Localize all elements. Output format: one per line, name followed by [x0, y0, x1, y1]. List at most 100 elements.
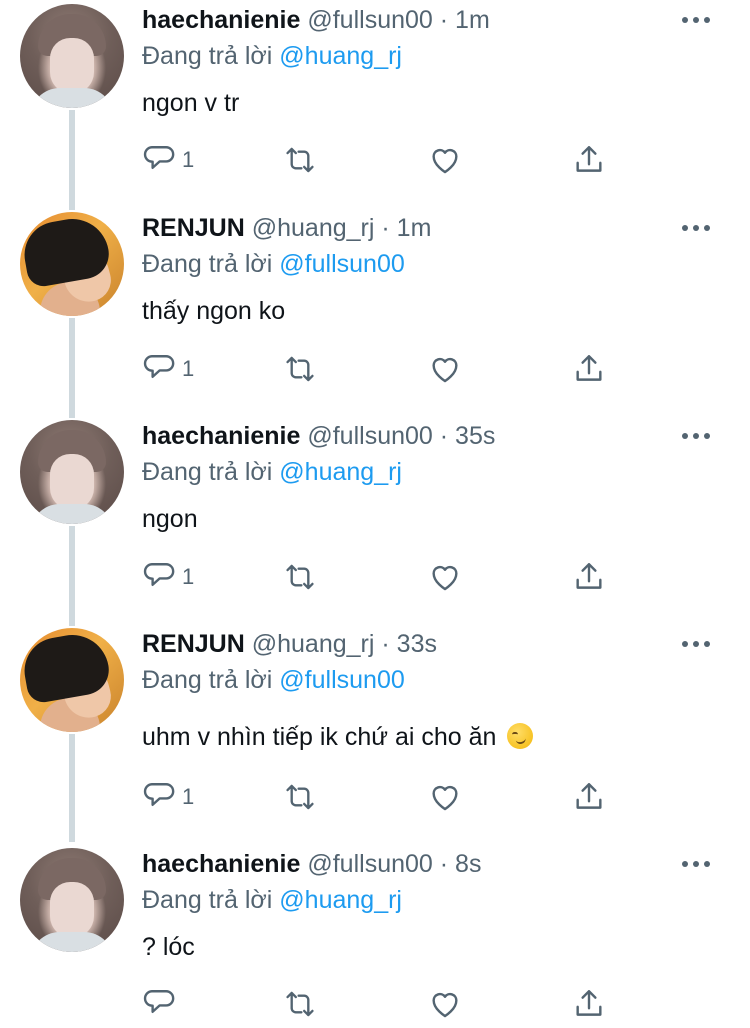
reply-count: 1 — [182, 784, 195, 809]
replying-to-handle[interactable]: @fullsun00 — [279, 250, 404, 278]
more-icon[interactable] — [680, 430, 712, 442]
reply-thread: haechanienie @fullsun00 · 1m Đang trả lờ… — [0, 0, 750, 1028]
like-button[interactable] — [428, 351, 462, 387]
replying-to: Đang trả lời @huang_rj — [142, 40, 402, 72]
reply-icon — [143, 355, 175, 378]
reply-count: 1 — [182, 356, 195, 381]
replying-to: Đang trả lời @fullsun00 — [142, 664, 405, 696]
like-button[interactable] — [428, 779, 462, 815]
author-handle[interactable]: @fullsun00 — [307, 850, 432, 878]
reply-button[interactable]: 1 — [142, 351, 194, 387]
retweet-button[interactable] — [282, 779, 318, 815]
author-handle[interactable]: @huang_rj — [252, 214, 375, 242]
reply-icon — [143, 783, 175, 806]
tweet-actions: 1 — [142, 351, 622, 387]
like-icon — [432, 565, 458, 591]
separator: · — [381, 214, 390, 242]
more-icon[interactable] — [680, 14, 712, 26]
avatar[interactable] — [20, 212, 124, 316]
replying-to-label: Đang trả lời — [142, 666, 273, 694]
share-icon — [576, 146, 602, 172]
replying-to: Đang trả lời @huang_rj — [142, 456, 402, 488]
share-icon — [576, 783, 602, 809]
author-name[interactable]: RENJUN — [142, 214, 245, 242]
timestamp[interactable]: 35s — [455, 422, 495, 450]
author-handle[interactable]: @huang_rj — [252, 630, 375, 658]
share-icon — [576, 990, 602, 1016]
share-button[interactable] — [572, 351, 606, 387]
share-button[interactable] — [572, 559, 606, 595]
replying-to-handle[interactable]: @huang_rj — [279, 42, 402, 70]
separator: · — [439, 422, 449, 450]
replying-to-label: Đang trả lời — [142, 886, 273, 914]
tweet-header: haechanienie @fullsun00 · 1m — [142, 4, 490, 36]
author-handle[interactable]: @fullsun00 — [307, 6, 432, 34]
reply-count: 1 — [182, 147, 195, 172]
retweet-button[interactable] — [282, 351, 318, 387]
like-button[interactable] — [428, 559, 462, 595]
reply-button[interactable]: 1 — [142, 779, 194, 815]
more-icon[interactable] — [680, 638, 712, 650]
separator: · — [439, 6, 449, 34]
retweet-icon — [286, 147, 314, 173]
retweet-button[interactable] — [282, 986, 318, 1022]
avatar[interactable] — [20, 628, 124, 732]
retweet-icon — [286, 784, 314, 810]
reply-button[interactable]: 1 — [142, 559, 194, 595]
tweet[interactable]: haechanienie @fullsun00 · 1m Đang trả lờ… — [0, 0, 750, 208]
tweet-actions: 1 — [142, 142, 622, 178]
reply-count: 1 — [182, 564, 195, 589]
tweet-header: haechanienie @fullsun00 · 35s — [142, 420, 495, 452]
avatar[interactable] — [20, 4, 124, 108]
like-button[interactable] — [428, 986, 462, 1022]
more-icon[interactable] — [680, 222, 712, 234]
like-icon — [432, 357, 458, 383]
share-button[interactable] — [572, 142, 606, 178]
avatar[interactable] — [20, 420, 124, 524]
like-icon — [432, 148, 458, 174]
like-button[interactable] — [428, 142, 462, 178]
tweet[interactable]: haechanienie @fullsun00 · 8s Đang trả lờ… — [0, 844, 750, 1028]
timestamp[interactable]: 8s — [455, 850, 481, 878]
author-handle[interactable]: @fullsun00 — [307, 422, 432, 450]
share-button[interactable] — [572, 986, 606, 1022]
tweet[interactable]: RENJUN @huang_rj · 33s Đang trả lời @ful… — [0, 624, 750, 844]
reply-icon — [143, 563, 175, 586]
tweet-header: RENJUN @huang_rj · 1m — [142, 212, 431, 244]
reply-button[interactable] — [142, 986, 182, 1022]
separator: · — [439, 850, 449, 878]
reply-icon — [143, 146, 175, 169]
tweet-header: RENJUN @huang_rj · 33s — [142, 628, 437, 660]
tweet-text: uhm v nhìn tiếp ik chứ ai cho ăn — [142, 720, 534, 754]
tweet-text: thấy ngon ko — [142, 297, 286, 325]
share-button[interactable] — [572, 779, 606, 815]
author-name[interactable]: haechanienie — [142, 422, 300, 450]
replying-to-handle[interactable]: @huang_rj — [279, 886, 402, 914]
tweet[interactable]: RENJUN @huang_rj · 1m Đang trả lời @full… — [0, 208, 750, 416]
author-name[interactable]: haechanienie — [142, 850, 300, 878]
avatar[interactable] — [20, 848, 124, 952]
replying-to-handle[interactable]: @huang_rj — [279, 458, 402, 486]
timestamp[interactable]: 1m — [397, 214, 432, 242]
timestamp[interactable]: 1m — [455, 6, 490, 34]
timestamp[interactable]: 33s — [397, 630, 437, 658]
like-icon — [432, 992, 458, 1018]
tweet-text: ? lóc — [142, 933, 195, 961]
replying-to-label: Đang trả lời — [142, 250, 273, 278]
tweet-actions — [142, 986, 622, 1022]
smirking-face-icon — [507, 723, 534, 749]
tweet-actions: 1 — [142, 559, 622, 595]
replying-to-handle[interactable]: @fullsun00 — [279, 666, 404, 694]
author-name[interactable]: RENJUN — [142, 630, 245, 658]
author-name[interactable]: haechanienie — [142, 6, 300, 34]
replying-to-label: Đang trả lời — [142, 458, 273, 486]
retweet-icon — [286, 356, 314, 382]
retweet-button[interactable] — [282, 559, 318, 595]
more-icon[interactable] — [680, 858, 712, 870]
retweet-button[interactable] — [282, 142, 318, 178]
reply-button[interactable]: 1 — [142, 142, 194, 178]
tweet[interactable]: haechanienie @fullsun00 · 35s Đang trả l… — [0, 416, 750, 624]
replying-to-label: Đang trả lời — [142, 42, 273, 70]
like-icon — [432, 785, 458, 811]
tweet-actions: 1 — [142, 779, 622, 815]
